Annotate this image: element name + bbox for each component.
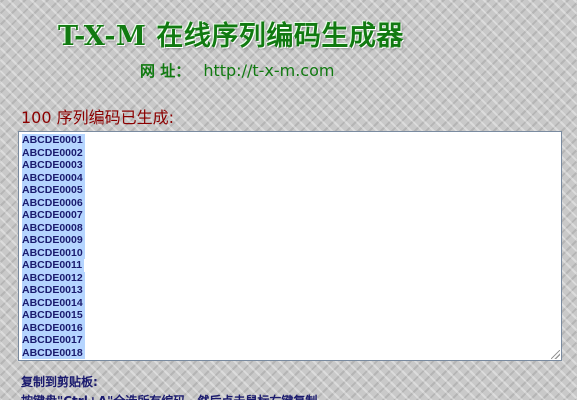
code-line: ABCDE0002 <box>22 146 85 159</box>
code-list: ABCDE0001 ABCDE0002 ABCDE0003 ABCDE0004 ABCD… <box>22 134 558 359</box>
code-line: ABCDE0018 <box>22 346 85 359</box>
code-line: ABCDE0014 <box>22 296 85 309</box>
code-line: ABCDE0008 <box>22 221 85 234</box>
code-line: ABCDE0015 <box>22 309 85 322</box>
code-line: ABCDE0001 <box>22 134 85 147</box>
code-line: ABCDE0010 <box>22 246 85 259</box>
code-line: ABCDE0017 <box>22 334 85 347</box>
code-line: ABCDE0013 <box>22 284 85 297</box>
copy-to-clipboard-heading: 复制到剪贴板: <box>21 375 98 389</box>
website-label: 网 址： <box>140 62 191 80</box>
code-line: ABCDE0016 <box>22 321 85 334</box>
website-row: 网 址： http://t-x-m.com <box>140 60 334 81</box>
resize-grip-icon[interactable] <box>551 350 560 359</box>
generation-status: 100 序列编码已生成: <box>21 108 175 127</box>
code-line: ABCDE0004 <box>22 171 85 184</box>
code-line: ABCDE0003 <box>22 159 85 172</box>
site-title: T-X-M 在线序列编码生成器 <box>58 21 404 52</box>
code-line: ABCDE0012 <box>22 271 85 284</box>
code-line: ABCDE0011 <box>22 259 85 272</box>
codes-textarea[interactable]: ABCDE0001 ABCDE0002 ABCDE0003 ABCDE0004 ABCD… <box>18 131 562 361</box>
code-line: ABCDE0005 <box>22 184 85 197</box>
copy-instruction: 按键盘"Ctrl+A"全选所有编码，然后点击鼠标右键复制 <box>21 392 317 400</box>
website-link[interactable]: http://t-x-m.com <box>203 61 334 80</box>
code-line: ABCDE0009 <box>22 234 85 247</box>
code-line: ABCDE0007 <box>22 209 85 222</box>
code-line: ABCDE0006 <box>22 196 85 209</box>
